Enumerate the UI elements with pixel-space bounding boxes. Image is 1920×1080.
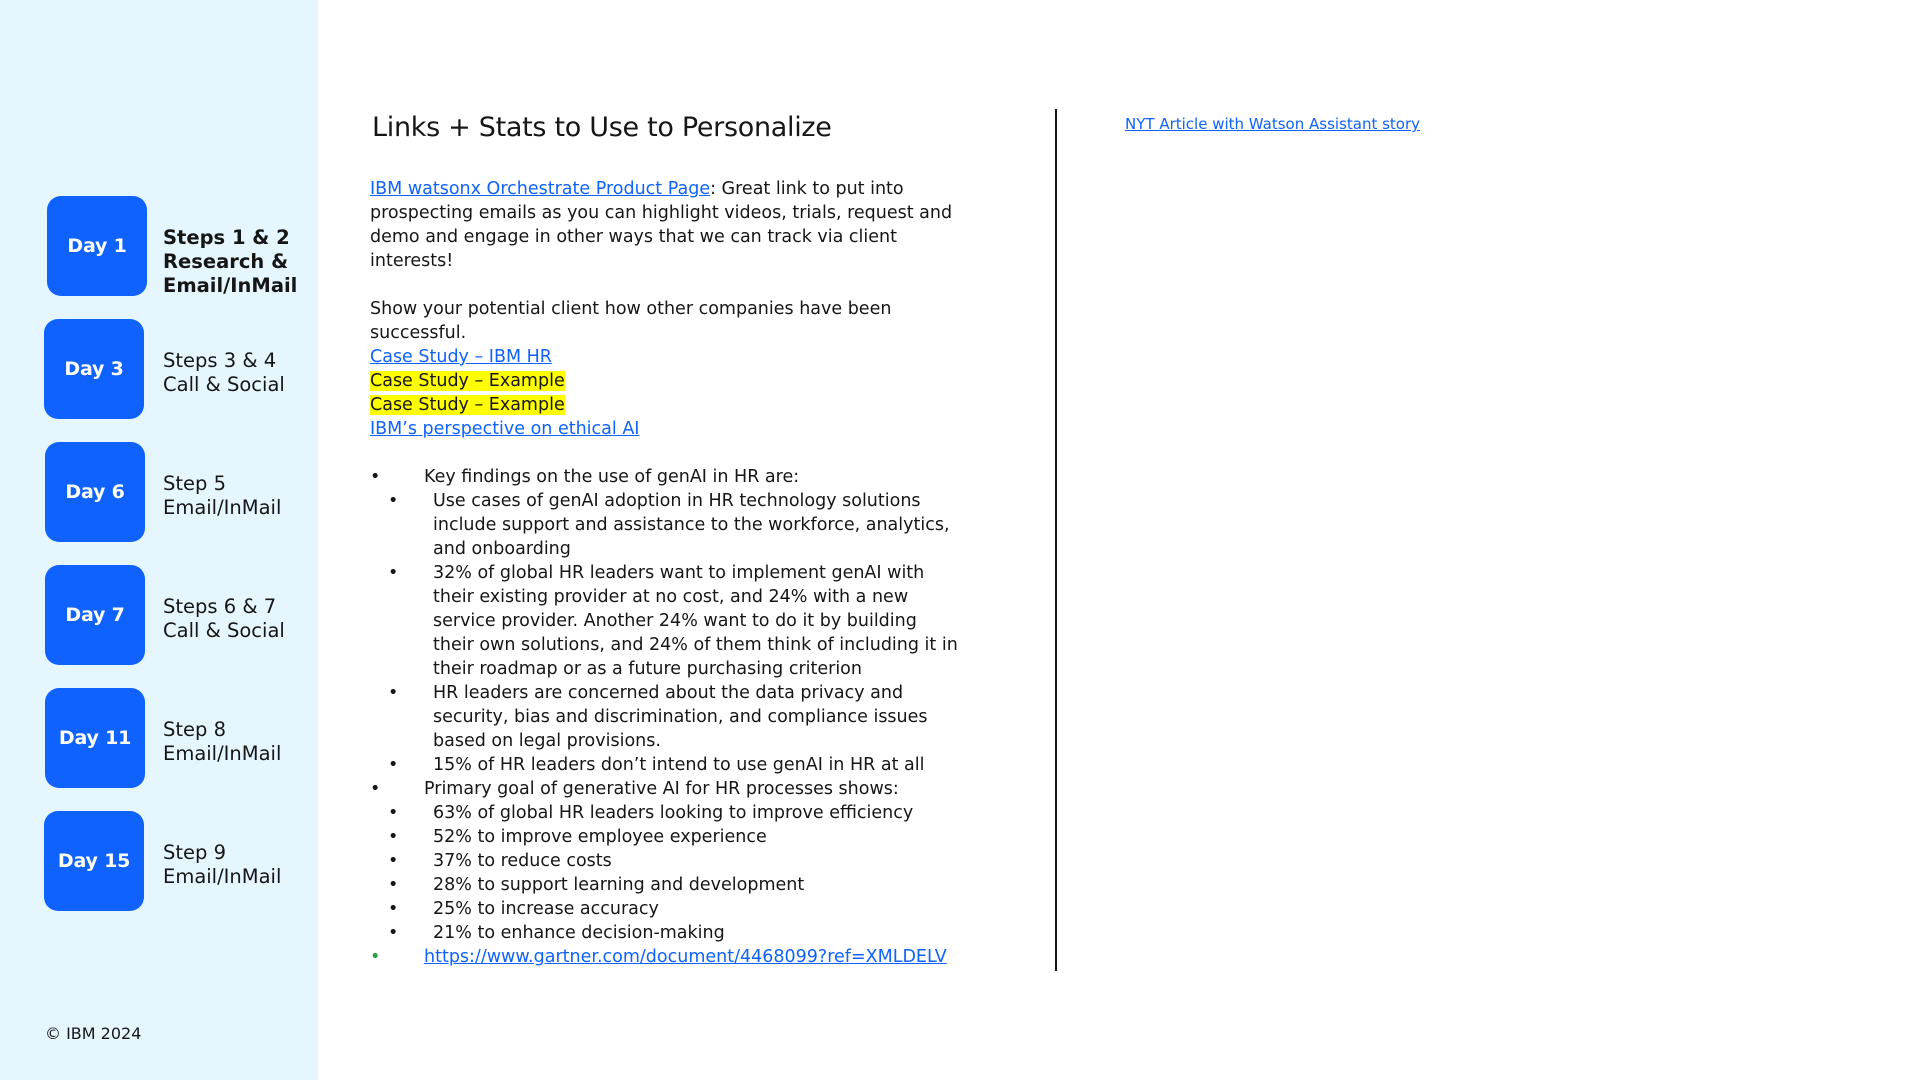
day-label-line: Step 5 [163, 472, 227, 495]
success-text: Show your potential client how other com… [370, 299, 892, 343]
content-body: IBM watsonx Orchestrate Product Page: Gr… [370, 177, 960, 969]
primary-goal-heading: Primary goal of generative AI for HR pro… [424, 779, 899, 799]
list-item: https://www.gartner.com/document/4468099… [370, 945, 960, 969]
list-item: Use cases of genAI adoption in HR techno… [370, 489, 960, 561]
list-item: Primary goal of generative AI for HR pro… [370, 777, 960, 945]
day-label-line: Steps 1 & 2 [163, 226, 290, 249]
findings-list: Key findings on the use of genAI in HR a… [370, 465, 960, 969]
link-line: Case Study – Example [370, 393, 960, 417]
day-label-line: Step 9 [163, 841, 227, 864]
link-line: Case Study – IBM HR [370, 345, 960, 369]
list-item: HR leaders are concerned about the data … [370, 681, 960, 753]
day-label-line: Steps 3 & 4 [163, 349, 277, 372]
day-steps-label: Steps 3 & 4 Call & Social [163, 349, 285, 397]
day-label-line: Step 8 [163, 718, 227, 741]
ethical-ai-link[interactable]: IBM’s perspective on ethical AI [370, 419, 639, 439]
day-label-line: Research & [163, 250, 289, 273]
day-label-line: Call & Social [163, 619, 285, 642]
day-row-15: Day 15 Step 9 Email/InMail [0, 811, 318, 911]
day-badge[interactable]: Day 1 [47, 196, 147, 296]
day-label-line: Email/InMail [163, 496, 282, 519]
list-item: 15% of HR leaders don’t intend to use ge… [370, 753, 960, 777]
key-findings-heading: Key findings on the use of genAI in HR a… [424, 467, 800, 487]
day-steps-label: Steps 1 & 2 Research & Email/InMail [163, 226, 297, 298]
case-study-example-highlight[interactable]: Case Study – Example [370, 395, 565, 415]
primary-goal-sublist: 63% of global HR leaders looking to impr… [370, 801, 960, 945]
sidebar: Day 1 Steps 1 & 2 Research & Email/InMai… [0, 0, 318, 1080]
list-item: 52% to improve employee experience [370, 825, 960, 849]
day-row-11: Day 11 Step 8 Email/InMail [0, 688, 318, 788]
day-badge[interactable]: Day 3 [44, 319, 144, 419]
link-line: Case Study – Example [370, 369, 960, 393]
day-label-line: Email/InMail [163, 742, 282, 765]
intro-paragraph: IBM watsonx Orchestrate Product Page: Gr… [370, 177, 960, 273]
case-study-ibm-hr-link[interactable]: Case Study – IBM HR [370, 347, 552, 367]
day-steps-label: Step 8 Email/InMail [163, 718, 281, 766]
product-page-link[interactable]: IBM watsonx Orchestrate Product Page [370, 179, 710, 199]
day-steps-label: Step 5 Email/InMail [163, 472, 281, 520]
day-badge[interactable]: Day 6 [45, 442, 145, 542]
nyt-article-link[interactable]: NYT Article with Watson Assistant story [1125, 115, 1420, 133]
day-badge[interactable]: Day 11 [45, 688, 145, 788]
day-label-line: Email/InMail [163, 865, 282, 888]
key-findings-sublist: Use cases of genAI adoption in HR techno… [370, 489, 960, 777]
main-content: Links + Stats to Use to Personalize IBM … [370, 0, 970, 1080]
day-steps-label: Steps 6 & 7 Call & Social [163, 595, 285, 643]
list-item: 32% of global HR leaders want to impleme… [370, 561, 960, 681]
day-row-6: Day 6 Step 5 Email/InMail [0, 442, 318, 542]
link-line: IBM’s perspective on ethical AI [370, 417, 960, 441]
day-label-line: Steps 6 & 7 [163, 595, 277, 618]
day-row-3: Day 3 Steps 3 & 4 Call & Social [0, 319, 318, 419]
day-label-line: Email/InMail [163, 274, 298, 297]
list-item: 28% to support learning and development [370, 873, 960, 897]
gartner-source-link[interactable]: https://www.gartner.com/document/4468099… [424, 947, 947, 967]
list-item: 37% to reduce costs [370, 849, 960, 873]
day-row-1: Day 1 Steps 1 & 2 Research & Email/InMai… [0, 196, 318, 298]
day-badge[interactable]: Day 7 [45, 565, 145, 665]
list-item: 63% of global HR leaders looking to impr… [370, 801, 960, 825]
day-row-7: Day 7 Steps 6 & 7 Call & Social [0, 565, 318, 665]
day-label-line: Call & Social [163, 373, 285, 396]
copyright: © IBM 2024 [45, 1024, 142, 1043]
case-study-example-highlight[interactable]: Case Study – Example [370, 371, 565, 391]
list-item: 21% to enhance decision-making [370, 921, 960, 945]
day-steps-label: Step 9 Email/InMail [163, 841, 281, 889]
vertical-divider [1055, 109, 1057, 971]
list-item: 25% to increase accuracy [370, 897, 960, 921]
day-badge[interactable]: Day 15 [44, 811, 144, 911]
list-item: Key findings on the use of genAI in HR a… [370, 465, 960, 777]
page-title: Links + Stats to Use to Personalize [372, 112, 832, 143]
